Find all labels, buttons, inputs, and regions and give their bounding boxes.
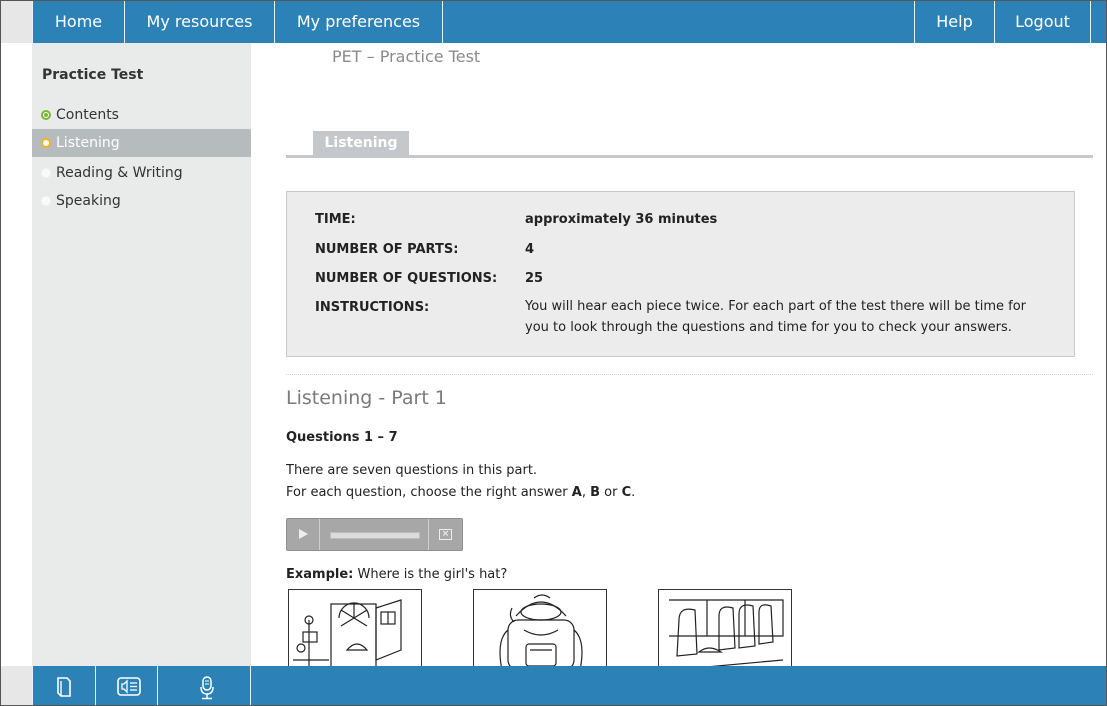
audio-script-icon <box>117 677 141 696</box>
sidebar-item-label: Speaking <box>56 193 121 209</box>
audio-script-button[interactable] <box>95 666 157 705</box>
example-label: Example: <box>286 567 354 582</box>
question-range: Questions 1 – 7 <box>286 430 398 445</box>
questions-value: 25 <box>525 271 544 286</box>
volume-button[interactable]: × <box>428 519 463 550</box>
sidebar-title: Practice Test <box>42 67 144 83</box>
current-dot-icon <box>41 138 51 148</box>
sidebar-item-label: Listening <box>56 135 120 151</box>
sidebar-item-reading-writing[interactable]: Reading & Writing <box>32 159 251 187</box>
sidebar-item-contents[interactable]: Contents <box>32 101 251 129</box>
intro-text: For each question, choose the right answ… <box>286 485 572 500</box>
option-c: C <box>621 485 632 500</box>
left-gutter <box>1 1 32 43</box>
intro-line-2: For each question, choose the right answ… <box>286 485 635 500</box>
left-strip <box>1 43 32 666</box>
time-label: TIME: <box>315 212 356 227</box>
part-title: Listening - Part 1 <box>286 387 447 409</box>
door-with-hat-illustration <box>293 599 402 666</box>
option-b: B <box>590 485 601 500</box>
intro-line-1: There are seven questions in this part. <box>286 463 538 478</box>
example-text: Where is the girl's hat? <box>353 567 508 582</box>
questions-label: NUMBER OF QUESTIONS: <box>315 271 498 286</box>
microphone-button[interactable] <box>157 666 251 705</box>
volume-icon: × <box>439 529 452 540</box>
unvisited-dot-icon <box>41 168 51 178</box>
answer-image-b[interactable] <box>473 589 607 666</box>
option-a: A <box>571 485 582 500</box>
nav-my-preferences[interactable]: My preferences <box>274 1 443 43</box>
microphone-icon <box>200 676 214 700</box>
sidebar: Practice Test Contents Listening Reading… <box>32 43 251 666</box>
page-title: PET – Practice Test <box>332 47 481 66</box>
visited-dot-icon <box>41 110 51 120</box>
seek-bar[interactable] <box>330 532 420 539</box>
intro-end: . <box>631 485 636 500</box>
bus-seats-illustration <box>669 599 784 666</box>
unvisited-dot-icon <box>41 196 51 206</box>
test-info-box: TIME: approximately 36 minutes NUMBER OF… <box>286 191 1075 357</box>
audio-player: × <box>286 518 463 551</box>
tab-divider <box>286 155 1093 158</box>
book-button[interactable] <box>32 666 95 705</box>
nav-home[interactable]: Home <box>32 1 124 43</box>
sidebar-item-listening[interactable]: Listening <box>32 129 251 157</box>
intro-sep: , <box>581 485 591 500</box>
left-gutter <box>1 666 32 705</box>
app-frame: Home My resources My preferences Help Lo… <box>0 0 1107 706</box>
top-nav-bar: Home My resources My preferences Help Lo… <box>1 1 1106 43</box>
section-divider <box>286 374 1093 375</box>
nav-my-resources[interactable]: My resources <box>124 1 274 43</box>
bottom-toolbar <box>1 666 1106 705</box>
nav-logout[interactable]: Logout <box>994 1 1091 43</box>
sidebar-item-label: Contents <box>56 107 119 123</box>
example-question: Example: Where is the girl's hat? <box>286 567 507 582</box>
tab-listening[interactable]: Listening <box>313 131 409 155</box>
time-value: approximately 36 minutes <box>525 212 718 227</box>
main-content: PET – Practice Test Listening TIME: appr… <box>251 43 1106 666</box>
sidebar-item-label: Reading & Writing <box>56 165 183 181</box>
parts-value: 4 <box>525 242 535 257</box>
sidebar-item-speaking[interactable]: Speaking <box>32 187 251 215</box>
intro-sep: or <box>600 485 622 500</box>
book-icon <box>57 677 71 697</box>
backpack-with-hat-illustration <box>499 594 583 666</box>
parts-label: NUMBER OF PARTS: <box>315 242 459 257</box>
instructions-value: You will hear each piece twice. For each… <box>525 299 1027 335</box>
answer-image-c[interactable] <box>658 589 792 666</box>
answer-image-a[interactable] <box>288 589 422 666</box>
instructions-label: INSTRUCTIONS: <box>315 300 430 315</box>
nav-help[interactable]: Help <box>914 1 994 43</box>
play-icon[interactable] <box>287 519 320 550</box>
